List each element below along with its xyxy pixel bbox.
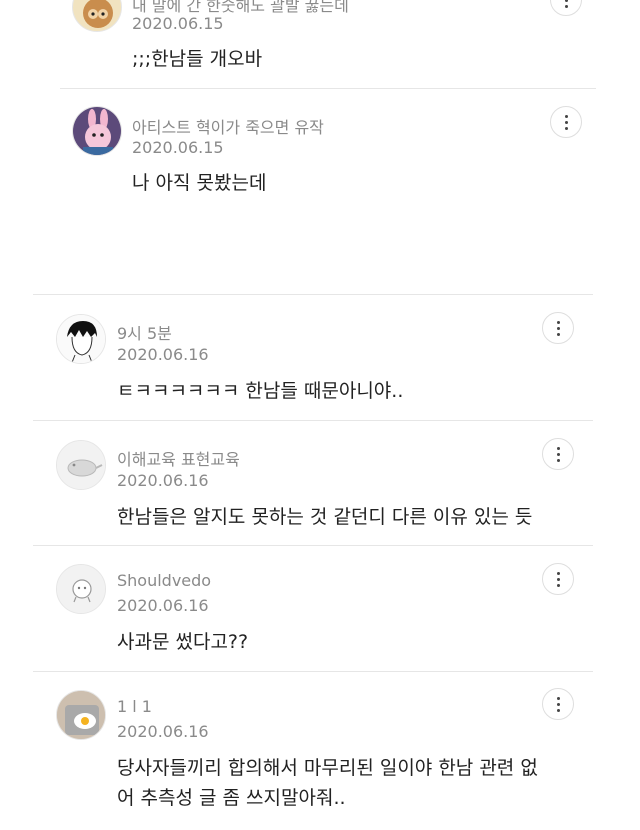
default-lizard-avatar-icon[interactable] [56, 440, 106, 490]
comment-author[interactable]: 9시 5분 [117, 320, 172, 344]
more-options-button[interactable] [542, 312, 574, 344]
fried-egg-avatar-icon[interactable] [56, 690, 106, 740]
divider [33, 294, 593, 295]
divider [60, 88, 596, 89]
vertical-ellipsis-icon [556, 320, 560, 324]
divider [33, 420, 593, 421]
comment-author[interactable]: 1 l 1 [117, 697, 152, 716]
reply-date: 2020.06.15 [132, 14, 224, 33]
monkey-avatar-icon[interactable] [72, 0, 122, 32]
vertical-ellipsis-icon [556, 571, 560, 575]
vertical-ellipsis-icon [556, 446, 560, 450]
divider [33, 671, 593, 672]
comment-text: 사과문 썼다고?? [117, 631, 249, 653]
reply-date: 2020.06.15 [132, 138, 224, 157]
vertical-ellipsis-icon [564, 114, 568, 118]
default-character-avatar-icon[interactable] [56, 564, 106, 614]
drawn-boy-avatar-icon[interactable] [56, 314, 106, 364]
comment-date: 2020.06.16 [117, 596, 209, 615]
comment-date: 2020.06.16 [117, 471, 209, 490]
comment-text: ㅌㅋㅋㅋㅋㅋㅋ 한남들 때문아니야.. [117, 380, 404, 402]
comment-date: 2020.06.16 [117, 722, 209, 741]
more-options-button[interactable] [542, 688, 574, 720]
pink-bunny-avatar-icon[interactable] [72, 106, 122, 156]
more-options-button[interactable] [542, 438, 574, 470]
comment-text: 당사자들끼리 합의해서 마무리된 일이야 한남 관련 없 어 추측성 글 좀 쓰… [117, 757, 538, 809]
more-options-button[interactable] [550, 106, 582, 138]
comment-date: 2020.06.16 [117, 345, 209, 364]
vertical-ellipsis-icon [556, 696, 560, 700]
reply-text: ;;;한남들 개오바 [132, 48, 263, 70]
more-options-button[interactable] [550, 0, 582, 16]
more-options-button[interactable] [542, 563, 574, 595]
reply-author[interactable]: 아티스트 혁이가 죽으면 유작 [132, 114, 324, 138]
reply-text: 나 아직 못봤는데 [132, 172, 267, 194]
divider [33, 545, 593, 546]
comment-text: 한남들은 알지도 못하는 것 같던디 다른 이유 있는 듯 [117, 506, 533, 528]
comment-author[interactable]: 이해교육 표현교육 [117, 446, 240, 470]
comment-author[interactable]: Shouldvedo [117, 571, 211, 590]
